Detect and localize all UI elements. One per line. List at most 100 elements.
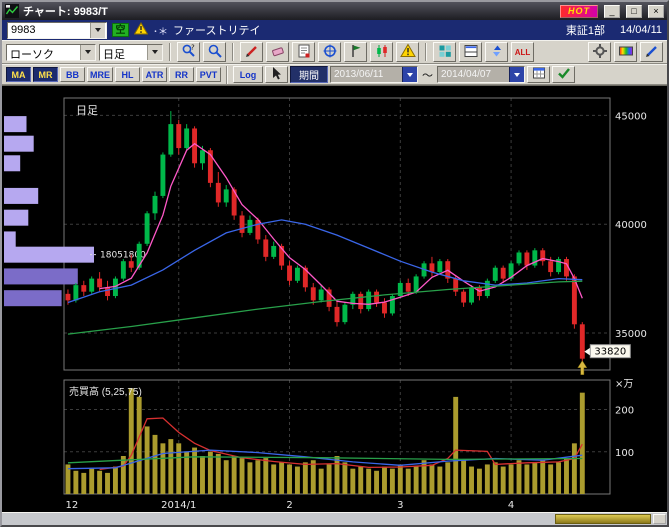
eraser-button[interactable] [266, 42, 289, 62]
indicator-ma-button[interactable]: MA [6, 67, 31, 82]
date-to-dropdown-button[interactable] [509, 67, 524, 82]
apply-button[interactable] [552, 66, 575, 83]
flag-icon [348, 43, 364, 62]
svg-text:200: 200 [615, 406, 634, 417]
candlestick-icon [374, 43, 390, 62]
toolbar-right-group [588, 42, 663, 62]
pencil-blue-icon [644, 43, 660, 62]
flag-button[interactable] [344, 42, 367, 62]
pointer-icon [269, 65, 285, 84]
check-icon [556, 65, 572, 84]
zoom-button[interactable] [203, 42, 226, 62]
warning-triangle-icon [400, 43, 416, 61]
chart-type-dropdown-button[interactable] [80, 45, 95, 60]
settings-button[interactable] [588, 42, 611, 62]
indicator-atr-button[interactable]: ATR [142, 67, 167, 82]
updown-arrows-button[interactable] [485, 42, 508, 62]
gear-icon [592, 43, 608, 62]
svg-text:40000: 40000 [615, 220, 647, 231]
maximize-button[interactable]: □ [626, 5, 642, 18]
chart-type-value: ローソク [7, 45, 80, 60]
log-scale-button[interactable]: Log [233, 66, 263, 83]
volume-pane-label: 売買高 (5,25,75) [69, 383, 142, 398]
symbol-bar: 空 ･＊ ファーストリテイ 東証1部 14/04/11 [2, 20, 667, 40]
indicator-pvt-button[interactable]: PVT [196, 67, 221, 82]
grid-button[interactable] [433, 42, 456, 62]
market-label: 東証1部 [566, 22, 605, 38]
svg-text:3: 3 [397, 500, 403, 511]
magnifier-question-icon: ? [181, 43, 197, 62]
chevron-down-icon [95, 28, 101, 32]
timeframe-combo[interactable]: 日足 [99, 44, 163, 61]
ticker-dropdown-button[interactable] [90, 23, 105, 38]
date-to-combo[interactable]: 2014/04/07 [437, 66, 525, 83]
timeframe-dropdown-button[interactable] [147, 45, 162, 60]
toolbar-separator [226, 66, 228, 84]
date-from-combo[interactable]: 2013/06/11 [330, 66, 418, 83]
timeframe-value: 日足 [100, 45, 147, 60]
tilde-label: ～ [420, 67, 435, 83]
palette-button[interactable] [614, 42, 637, 62]
zoom-help-button[interactable]: ? [177, 42, 200, 62]
up-down-arrows-icon [489, 43, 505, 62]
date-to-value: 2014/04/07 [438, 67, 509, 82]
period-toggle-button[interactable]: 期間 [290, 66, 328, 83]
toolbar-separator [425, 43, 427, 61]
crosshair-button[interactable] [318, 42, 341, 62]
chevron-down-icon [85, 50, 91, 54]
news-button[interactable] [292, 42, 315, 62]
edit-color-button[interactable] [640, 42, 663, 62]
svg-text:33820: 33820 [594, 347, 626, 358]
ticker-combo[interactable] [7, 22, 107, 39]
close-button[interactable]: × [648, 5, 664, 18]
rainbow-icon [618, 43, 634, 62]
warning-icon [134, 22, 148, 38]
indicator-hl-button[interactable]: HL [115, 67, 140, 82]
eraser-icon [270, 43, 286, 62]
symbol-prefix: ･＊ [153, 23, 168, 38]
hot-badge[interactable]: HOT [560, 5, 598, 18]
chevron-down-icon [152, 50, 158, 54]
indicator-mr-button[interactable]: MR [33, 67, 58, 82]
split-panes-icon [463, 43, 479, 62]
indicator-bb-button[interactable]: BB [60, 67, 85, 82]
indicator-mre-button[interactable]: MRE [87, 67, 113, 82]
chevron-down-icon [514, 73, 520, 77]
magnifier-icon [207, 43, 223, 62]
scrollbar-thumb[interactable] [555, 514, 651, 524]
indicator-rr-button[interactable]: RR [169, 67, 194, 82]
date-from-value: 2013/06/11 [331, 67, 402, 82]
svg-text:4: 4 [508, 500, 514, 511]
svg-text:12: 12 [66, 500, 79, 511]
svg-text:?: ? [191, 43, 195, 51]
horizontal-scrollbar[interactable] [2, 512, 667, 525]
resize-grip[interactable] [653, 514, 666, 524]
draw-pen-button[interactable] [240, 42, 263, 62]
all-button[interactable]: ALL [511, 42, 534, 62]
ticker-input[interactable] [8, 23, 90, 38]
chart-type-combo[interactable]: ローソク [6, 44, 96, 61]
svg-text:100: 100 [615, 448, 634, 459]
svg-text:2014/1: 2014/1 [161, 500, 196, 511]
app-icon [5, 4, 19, 18]
grid-icon [437, 43, 453, 62]
cursor-button[interactable] [265, 66, 288, 83]
main-toolbar: ローソク 日足 ? [2, 40, 667, 64]
panes-layout-button[interactable] [459, 42, 482, 62]
svg-text:35000: 35000 [615, 329, 647, 340]
minimize-button[interactable]: _ [604, 5, 620, 18]
chevron-down-icon [407, 73, 413, 77]
date-from-dropdown-button[interactable] [402, 67, 417, 82]
chart-canvas[interactable]: 350004000045000100200×万122014/1234180518… [2, 86, 665, 513]
toolbar-separator [232, 43, 234, 61]
calendar-button[interactable] [527, 66, 550, 83]
alert-button[interactable] [396, 42, 419, 62]
title-bar[interactable]: チャート: 9983/T HOT _ □ × [2, 2, 667, 20]
candle-mode-button[interactable] [370, 42, 393, 62]
date-label: 14/04/11 [620, 24, 662, 36]
short-sell-badge: 空 [112, 23, 129, 37]
document-icon [296, 43, 312, 62]
svg-text:45000: 45000 [615, 111, 647, 122]
chart-panel: 350004000045000100200×万122014/1234180518… [2, 85, 667, 512]
calendar-icon [531, 65, 547, 84]
